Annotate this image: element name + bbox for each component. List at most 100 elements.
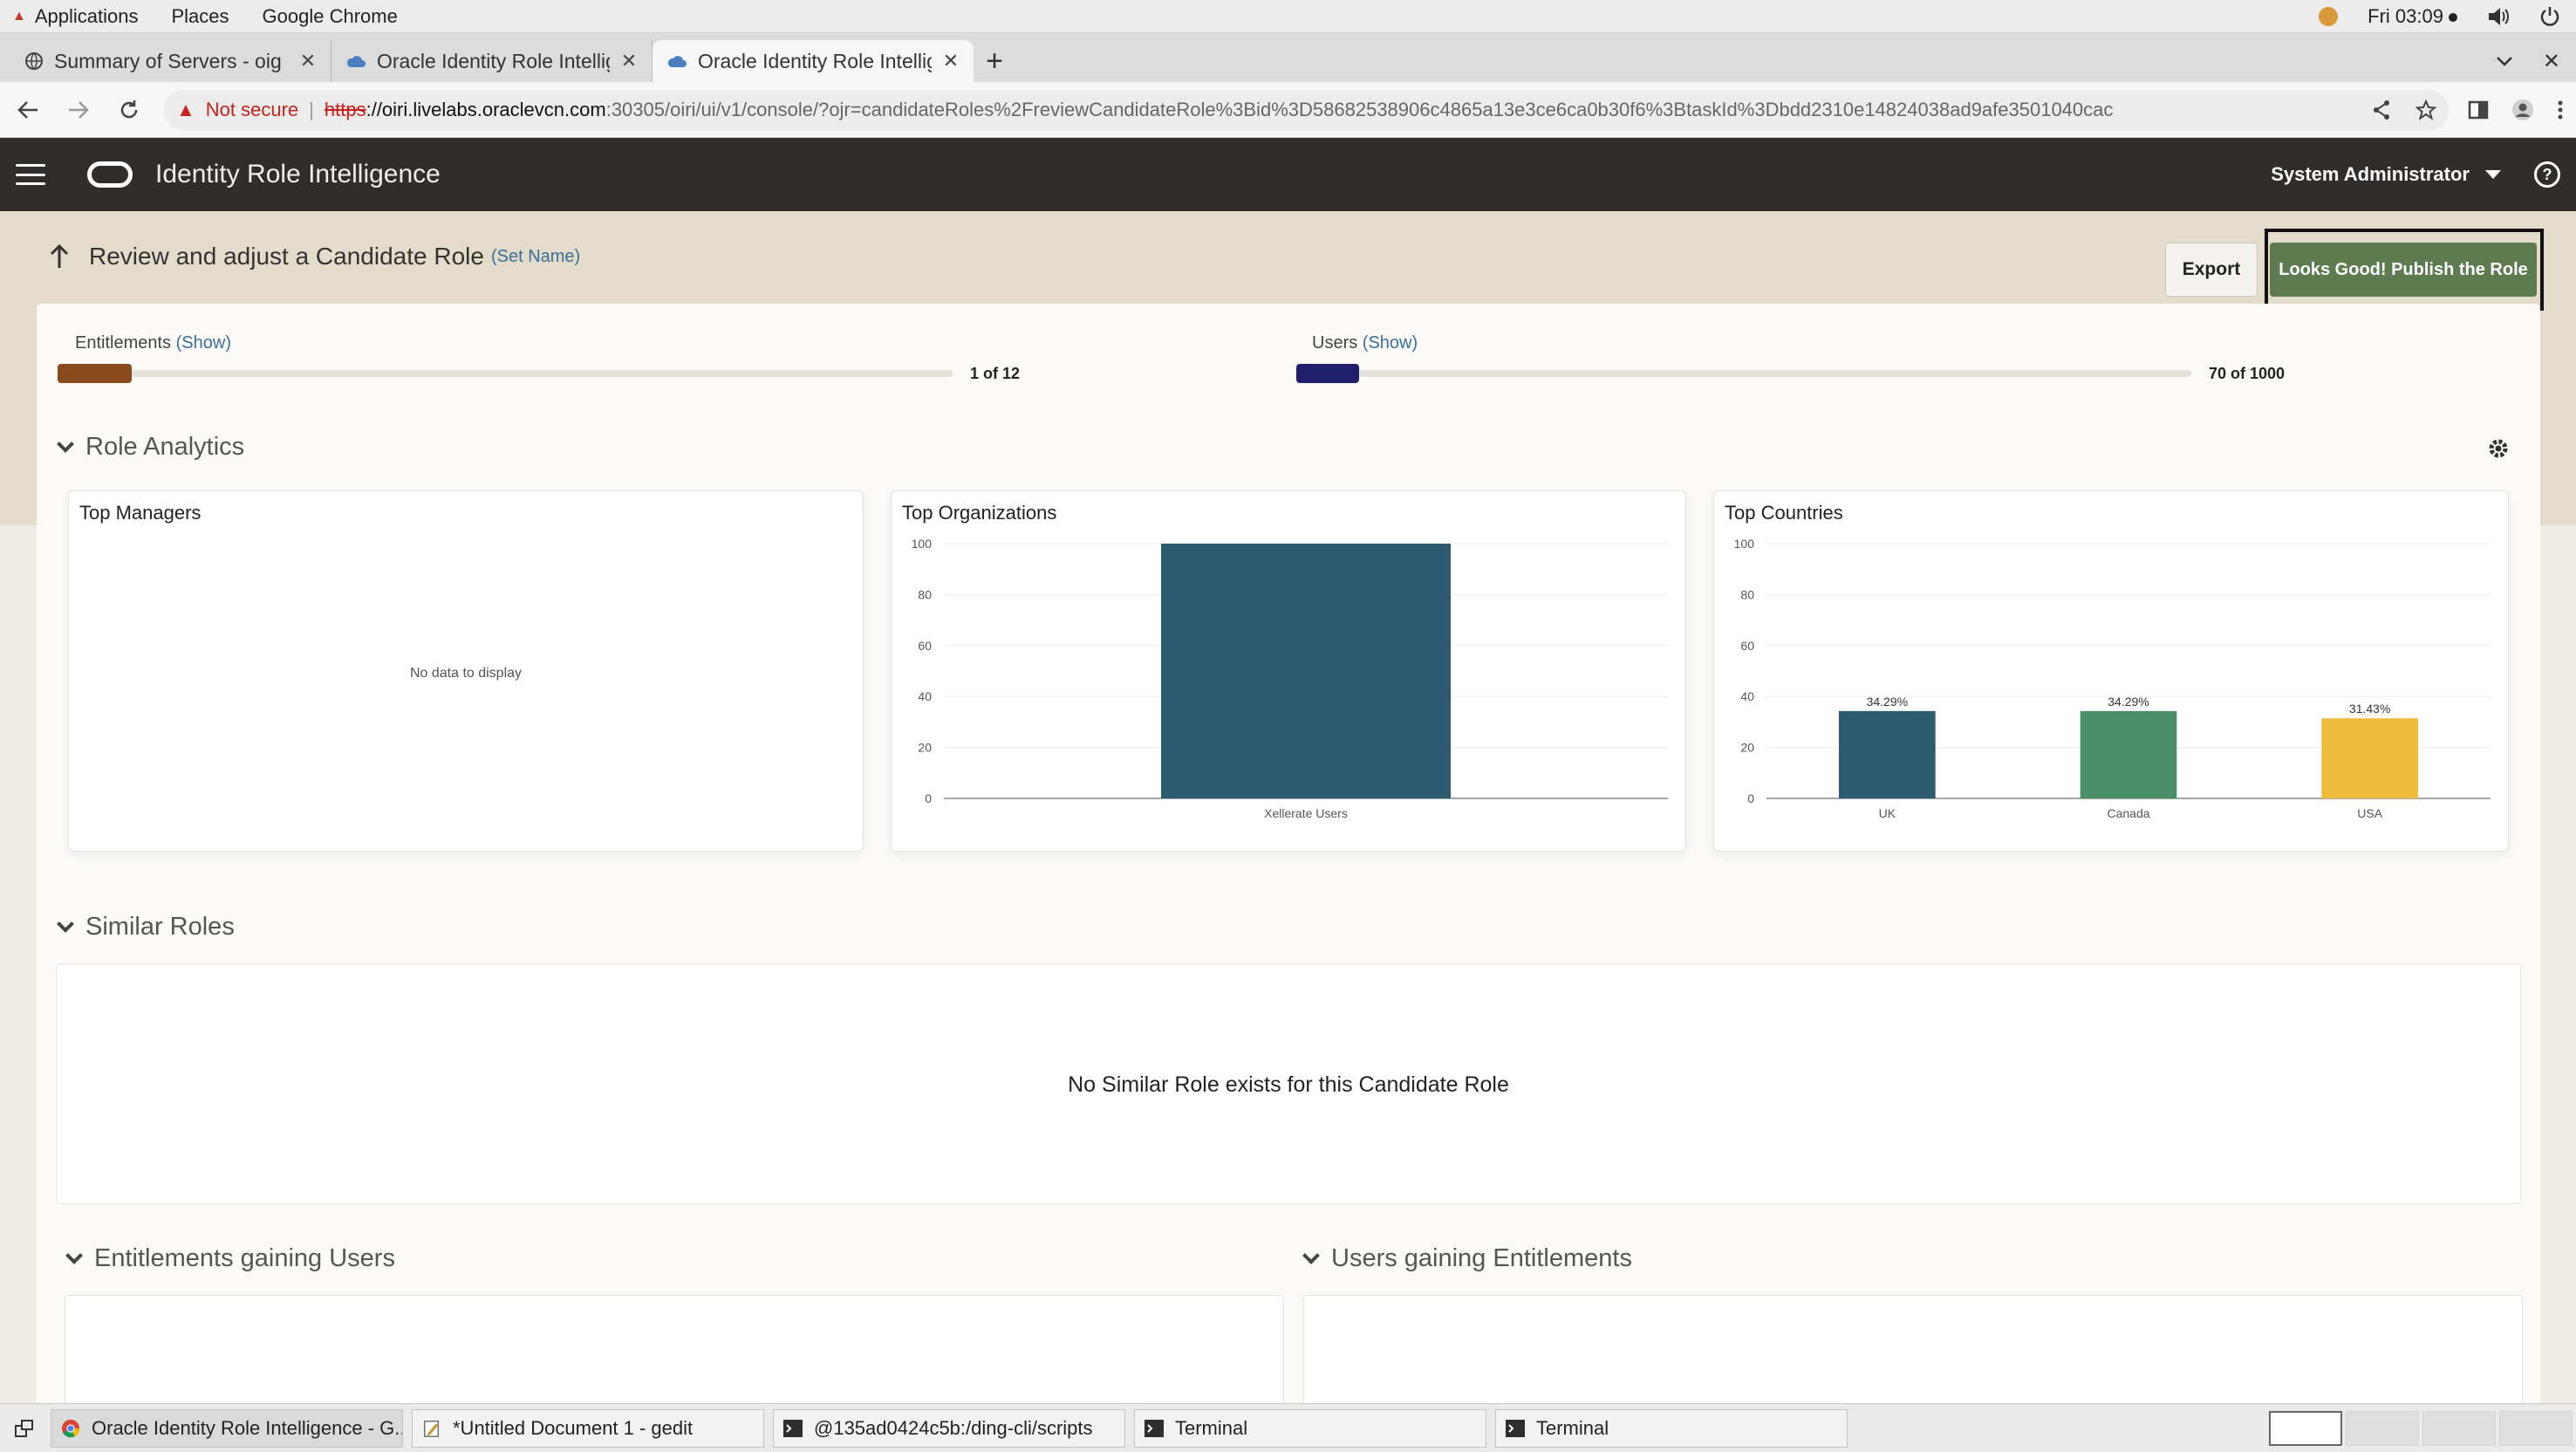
taskbar-item-label: Terminal xyxy=(1536,1416,1609,1439)
taskbar-item-terminal-1[interactable]: Terminal xyxy=(1134,1408,1486,1448)
users-meter-track xyxy=(1296,370,2191,377)
gear-icon[interactable] xyxy=(2486,436,2511,461)
entitlements-gaining-users-header[interactable]: Entitlements gaining Users xyxy=(65,1244,395,1273)
similar-roles-empty-message: No Similar Role exists for this Candidat… xyxy=(1068,1072,1509,1097)
applications-label: Applications xyxy=(34,4,139,27)
card-title: Top Countries xyxy=(1725,502,1843,524)
y-tick-label: 80 xyxy=(1740,587,1754,601)
x-tick-label: USA xyxy=(2357,806,2382,820)
terminal-icon xyxy=(1145,1419,1164,1437)
tab-title: Oracle Identity Role Intellig xyxy=(377,49,610,72)
browser-tab-oiri-2[interactable]: Oracle Identity Role Intellig ✕ xyxy=(653,40,974,82)
back-icon[interactable] xyxy=(12,94,44,126)
taskbar-item-chrome[interactable]: Oracle Identity Role Intelligence - G... xyxy=(51,1408,403,1448)
top-countries-chart: 0 20 40 60 80 100 UK 34.29% Canada 34.29% USA 31.43… xyxy=(1734,537,2491,820)
foot-icon: ▲ xyxy=(12,8,26,24)
reload-icon[interactable] xyxy=(113,94,145,126)
tab-search-chevron-icon[interactable] xyxy=(2496,56,2513,66)
profile-icon[interactable] xyxy=(2511,99,2534,121)
volume-icon[interactable] xyxy=(2487,6,2510,27)
export-button[interactable]: Export xyxy=(2165,243,2258,297)
main-content: Review and adjust a Candidate Role (Set … xyxy=(0,211,2576,1403)
address-separator: | xyxy=(309,98,314,120)
taskbar-item-terminal-scripts[interactable]: @135ad0424c5b:/ding-cli/scripts xyxy=(773,1408,1125,1448)
entitlements-meter-label: Entitlements (Show) xyxy=(75,333,231,353)
taskbar-item-label: Oracle Identity Role Intelligence - G... xyxy=(92,1416,403,1439)
terminal-icon xyxy=(783,1419,803,1437)
browser-tab-servers[interactable]: Summary of Servers - oig ✕ xyxy=(10,40,331,82)
role-analytics-header[interactable]: Role Analytics xyxy=(57,433,244,462)
chrome-icon xyxy=(61,1419,80,1437)
forward-icon[interactable] xyxy=(63,94,94,126)
url-text[interactable]: https://oiri.livelabs.oraclevcn.com:3030… xyxy=(325,99,2114,121)
applications-menu[interactable]: ▲ Applications xyxy=(12,5,138,28)
users-count: 70 of 1000 xyxy=(2209,365,2286,382)
y-tick-label: 100 xyxy=(912,537,933,551)
similar-roles-header[interactable]: Similar Roles xyxy=(57,913,235,942)
help-icon[interactable]: ? xyxy=(2534,161,2560,188)
workspace-4[interactable] xyxy=(2499,1410,2573,1446)
workspace-1[interactable] xyxy=(2269,1410,2342,1446)
browser-tab-oiri-1[interactable]: Oracle Identity Role Intellig ✕ xyxy=(331,40,653,82)
x-tick-label: Canada xyxy=(2107,806,2149,820)
user-name: System Administrator xyxy=(2271,163,2470,185)
globe-icon xyxy=(24,51,44,71)
clock[interactable]: Fri 03:09 xyxy=(2368,5,2457,28)
taskbar-item-gedit[interactable]: *Untitled Document 1 - gedit xyxy=(412,1408,764,1448)
taskbar-item-terminal-2[interactable]: Terminal xyxy=(1495,1408,1848,1448)
warning-icon[interactable]: ▲ xyxy=(176,99,195,121)
users-meter-label: Users (Show) xyxy=(1312,333,1418,353)
places-menu[interactable]: Places xyxy=(171,5,229,28)
app-header: Identity Role Intelligence System Admini… xyxy=(0,138,2576,211)
bar xyxy=(2321,718,2418,798)
share-icon[interactable] xyxy=(2372,99,2391,120)
users-gaining-entitlements-header[interactable]: Users gaining Entitlements xyxy=(1302,1244,1632,1273)
show-entitlements-link[interactable]: (Show) xyxy=(176,333,231,353)
card-title: Top Managers xyxy=(79,502,202,524)
power-icon[interactable] xyxy=(2539,6,2560,27)
close-icon[interactable]: ✕ xyxy=(620,50,638,72)
users-gaining-entitlements-title: Users gaining Entitlements xyxy=(1331,1244,1632,1272)
top-organizations-chart: 0 20 40 60 80 100 Xellerate Users xyxy=(912,537,1668,820)
y-tick-label: 0 xyxy=(925,791,932,805)
bookmark-star-icon[interactable] xyxy=(2415,99,2436,120)
workspace-2[interactable] xyxy=(2346,1410,2419,1446)
y-tick-label: 100 xyxy=(1734,537,1755,551)
publish-role-button[interactable]: Looks Good! Publish the Role xyxy=(2270,243,2537,297)
close-icon[interactable]: ✕ xyxy=(299,50,317,72)
users-gaining-entitlements-box xyxy=(1303,1295,2523,1403)
kebab-menu-icon[interactable] xyxy=(2557,99,2564,120)
show-desktop-icon[interactable] xyxy=(7,1411,42,1446)
y-tick-label: 40 xyxy=(1740,689,1754,703)
side-panel-icon[interactable] xyxy=(2468,100,2489,120)
close-icon[interactable]: ✕ xyxy=(942,50,960,72)
address-bar[interactable]: ▲ Not secure | https://oiri.livelabs.ora… xyxy=(164,89,2449,130)
no-data-message: No data to display xyxy=(409,666,523,681)
data-label: 34.29% xyxy=(1867,695,1908,709)
bar xyxy=(1839,710,1936,798)
caret-down-icon xyxy=(2485,170,2501,179)
data-label: 34.29% xyxy=(2108,695,2149,709)
not-secure-label[interactable]: Not secure xyxy=(206,99,298,121)
chevron-down-icon xyxy=(57,435,74,453)
set-name-link[interactable]: (Set Name) xyxy=(491,247,580,267)
user-status-icon[interactable] xyxy=(2319,6,2339,26)
up-arrow-icon[interactable] xyxy=(49,243,70,270)
window-close-icon[interactable]: ✕ xyxy=(2543,49,2560,74)
review-panel: Entitlements (Show) 1 of 12 Users (Show)… xyxy=(37,304,2540,1403)
cloud-icon xyxy=(345,54,366,68)
browser-app-menu[interactable]: Google Chrome xyxy=(263,5,398,28)
workspace-switcher[interactable] xyxy=(2269,1410,2576,1446)
user-menu[interactable]: System Administrator xyxy=(2271,163,2501,186)
tab-title: Summary of Servers - oig xyxy=(54,49,282,72)
gedit-icon xyxy=(424,1420,440,1437)
x-tick-label: UK xyxy=(1879,806,1896,820)
show-users-link[interactable]: (Show) xyxy=(1363,333,1418,353)
workspace-3[interactable] xyxy=(2422,1410,2496,1446)
data-label: 31.43% xyxy=(2349,702,2390,716)
entitlements-count: 1 of 12 xyxy=(970,365,1021,382)
new-tab-button[interactable]: + xyxy=(974,40,1015,82)
tab-title: Oracle Identity Role Intellig xyxy=(698,49,932,72)
hamburger-menu-icon[interactable] xyxy=(16,164,45,185)
y-tick-label: 20 xyxy=(1740,741,1754,755)
